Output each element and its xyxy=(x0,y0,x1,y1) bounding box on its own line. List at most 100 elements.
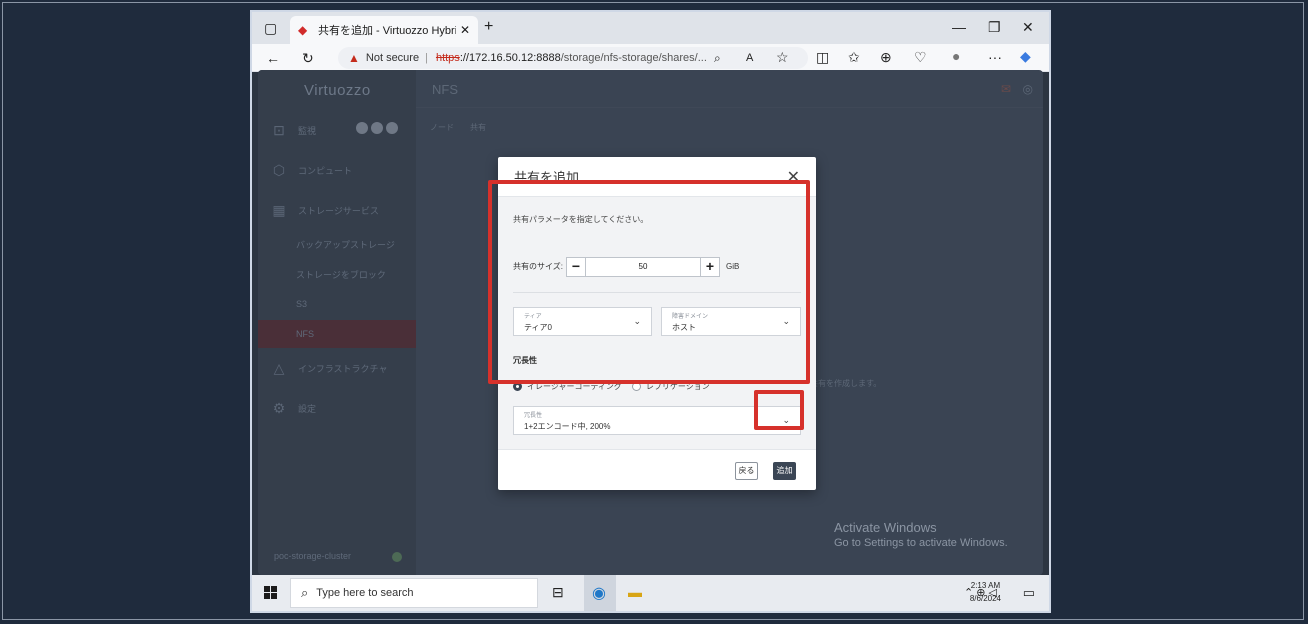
health-icon[interactable]: ♡ xyxy=(914,50,927,64)
infrastructure-icon: △ xyxy=(273,359,285,376)
file-explorer-icon[interactable]: ▬ xyxy=(628,584,642,600)
windows-start-icon[interactable] xyxy=(264,586,278,600)
favorites-list-icon[interactable]: ✩ xyxy=(848,50,860,64)
sidebar: Virtuozzo ⊡ 監視 ⬡ コンピュート ▦ ストレージサービス バックア… xyxy=(258,70,416,575)
failure-domain-select[interactable]: 障害ドメイン ホスト ⌄ xyxy=(661,307,801,336)
address-toolbar: ← ↻ ▲ Not secure | https ://172.16.50.12… xyxy=(252,44,1049,72)
cluster-status-icon xyxy=(392,552,402,562)
close-icon[interactable]: ✕ xyxy=(787,167,800,187)
redundancy-select[interactable]: 冗長性 1+2エンコード中, 200% ⌄ xyxy=(513,406,801,435)
sidebar-sub-s3[interactable]: S3 xyxy=(258,290,416,318)
sidebar-sub-nfs[interactable]: NFS xyxy=(258,320,416,348)
address-bar[interactable]: ▲ Not secure | https ://172.16.50.12 :88… xyxy=(338,47,808,69)
watermark-title: Activate Windows xyxy=(834,520,937,535)
more-options-icon[interactable]: ··· xyxy=(988,50,1002,64)
split-screen-icon[interactable]: ◫ xyxy=(816,50,829,64)
decrement-button[interactable]: − xyxy=(566,257,586,277)
sidebar-item-label: 設定 xyxy=(298,403,317,414)
redundancy-radio-group: イレージャーコーディング レプリケーション xyxy=(513,381,710,392)
chevron-down-icon: ⌄ xyxy=(633,316,641,326)
status-badge xyxy=(371,122,383,134)
windows-taskbar: ⌕ Type here to search ⊟ ◉ ▬ ⌃ ⊕ ◁ 2:13 A… xyxy=(252,575,1049,611)
profile-icon[interactable]: ● xyxy=(952,49,960,63)
zoom-icon[interactable]: ⌕ xyxy=(714,51,721,65)
back-icon[interactable]: ← xyxy=(266,51,280,65)
url-path: /storage/nfs-storage/shares/... xyxy=(560,52,707,64)
cube-icon: ⬡ xyxy=(272,161,286,178)
new-tab-button[interactable]: + xyxy=(484,19,493,35)
security-label[interactable]: Not secure xyxy=(366,52,419,64)
url-host: ://172.16.50.12 xyxy=(459,52,534,64)
failure-domain-value: ホスト xyxy=(672,323,696,332)
redundancy-value: 1+2エンコード中, 200% xyxy=(524,422,611,431)
taskbar-clock[interactable]: 2:13 AM 8/6/2024 xyxy=(970,579,1001,605)
share-size-input[interactable]: 50 xyxy=(586,257,700,277)
tab-actions-icon[interactable]: ▢ xyxy=(264,21,277,35)
minimize-icon[interactable]: — xyxy=(952,20,966,34)
tab-title: 共有を追加 - Virtuozzo Hybrid In xyxy=(318,25,456,37)
virtuozzo-logo: Virtuozzo xyxy=(304,82,371,99)
subtabs: ノード 共有 xyxy=(416,122,486,133)
sidebar-item-label: インフラストラクチャ xyxy=(298,363,388,374)
refresh-icon[interactable]: ↻ xyxy=(302,51,314,65)
tab-nodes[interactable]: ノード xyxy=(430,122,454,133)
sidebar-sub-backup-storage[interactable]: バックアップストレージ xyxy=(258,230,416,258)
failure-domain-label: 障害ドメイン xyxy=(672,314,709,320)
app-area: Virtuozzo ⊡ 監視 ⬡ コンピュート ▦ ストレージサービス バックア… xyxy=(258,70,1043,575)
tab-close-icon[interactable]: ✕ xyxy=(460,23,470,37)
collections-icon[interactable]: ⊕ xyxy=(880,50,892,64)
dialog-title: 共有を追加 xyxy=(514,170,580,185)
search-icon: ⌕ xyxy=(301,585,309,600)
add-button[interactable]: 追加 xyxy=(773,462,796,480)
read-aloud-icon[interactable]: A xyxy=(746,51,753,65)
close-window-icon[interactable]: ✕ xyxy=(1022,20,1034,34)
back-button[interactable]: 戻る xyxy=(735,462,758,480)
status-badge xyxy=(356,122,368,134)
redundancy-heading: 冗長性 xyxy=(513,356,537,365)
search-placeholder: Type here to search xyxy=(316,587,414,599)
task-view-icon[interactable]: ⊟ xyxy=(552,584,564,601)
url-separator: | xyxy=(425,52,428,64)
radio-replication[interactable] xyxy=(631,382,641,391)
taskbar-search-box[interactable]: ⌕ Type here to search xyxy=(290,578,538,608)
tab-bar: ▢ ◆ 共有を追加 - Virtuozzo Hybrid In ✕ + — ❐ … xyxy=(252,12,1049,44)
user-icon[interactable]: ◎ xyxy=(1023,82,1033,96)
sidebar-item-settings[interactable]: ⚙ 設定 xyxy=(258,394,416,422)
chevron-down-icon: ⌄ xyxy=(782,316,790,326)
edge-icon[interactable]: ◉ xyxy=(592,583,606,603)
favorite-icon[interactable]: ☆ xyxy=(776,50,789,64)
cluster-name: poc-storage-cluster xyxy=(274,551,352,561)
sidebar-item-label: ストレージサービス xyxy=(298,205,379,216)
increment-button[interactable]: + xyxy=(700,257,720,277)
radio-erasure-coding[interactable] xyxy=(513,382,522,391)
sidebar-item-storage-services[interactable]: ▦ ストレージサービス xyxy=(258,196,416,224)
redundancy-label: 冗長性 xyxy=(524,413,543,419)
main-header: NFS ✉ ◎ xyxy=(416,70,1043,108)
gear-icon: ⚙ xyxy=(272,399,286,416)
sidebar-sub-block-storage[interactable]: ストレージをブロック xyxy=(258,260,416,288)
watermark-subtitle: Go to Settings to activate Windows. xyxy=(834,537,1008,549)
clock-date: 8/6/2024 xyxy=(969,594,1001,603)
sidebar-item-label: コンピュート xyxy=(298,165,353,176)
sidebar-item-compute[interactable]: ⬡ コンピュート xyxy=(258,156,416,184)
divider xyxy=(513,292,801,293)
grid-icon: ▦ xyxy=(272,201,286,218)
monitor-icon: ⊡ xyxy=(273,121,285,138)
radio-erasure-coding-label[interactable]: イレージャーコーディング xyxy=(527,381,622,392)
url-scheme: https xyxy=(435,52,460,64)
browser-tab[interactable]: ◆ 共有を追加 - Virtuozzo Hybrid In ✕ xyxy=(290,16,478,44)
tier-label: ティア xyxy=(524,314,542,320)
browser-window: ▢ ◆ 共有を追加 - Virtuozzo Hybrid In ✕ + — ❐ … xyxy=(250,10,1051,613)
copilot-icon[interactable]: ◆ xyxy=(1020,49,1031,63)
radio-replication-label[interactable]: レプリケーション xyxy=(646,381,710,392)
tier-select[interactable]: ティア ティア0 ⌄ xyxy=(513,307,652,336)
restore-icon[interactable]: ❐ xyxy=(988,20,1001,34)
clock-time: 2:13 AM xyxy=(970,581,1001,590)
size-unit: GiB xyxy=(726,262,740,271)
add-share-dialog: 共有を追加 ✕ 共有パラメータを指定してください。 共有のサイズ: − 50 +… xyxy=(498,157,816,490)
sidebar-item-infrastructure[interactable]: △ インフラストラクチャ xyxy=(258,354,416,382)
notification-icon[interactable]: ▭ xyxy=(1023,585,1035,601)
dialog-body: 共有パラメータを指定してください。 共有のサイズ: − 50 + GiB ティア… xyxy=(498,197,816,449)
notifications-icon[interactable]: ✉ xyxy=(1001,82,1011,96)
tab-shares[interactable]: 共有 xyxy=(470,122,486,133)
